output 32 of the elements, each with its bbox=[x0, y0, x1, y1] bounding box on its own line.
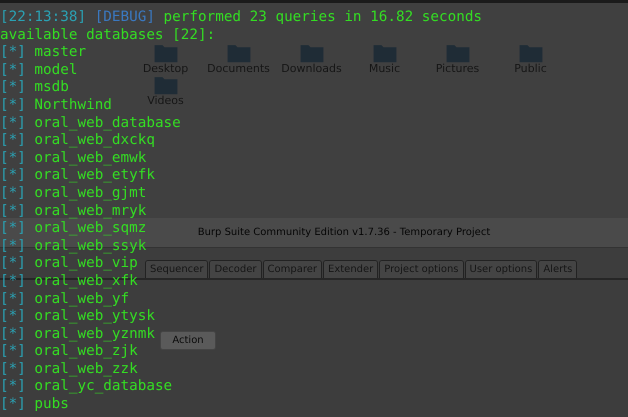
database-line: [*] pubs bbox=[0, 396, 69, 414]
database-line: [*] oral_web_yznmk bbox=[0, 326, 155, 344]
database-line: [*] oral_web_emwk bbox=[0, 150, 146, 168]
database-line: [*] oral_web_database bbox=[0, 114, 181, 132]
database-line: [*] oral_web_yf bbox=[0, 290, 130, 308]
window-title: Burp Suite Community Edition v1.7.36 - Temporary Project bbox=[198, 226, 490, 240]
log-line: [22:13:38] [DEBUG] performed 23 queries in 16.82 seconds bbox=[0, 9, 482, 27]
database-line: [*] oral_web_gjmt bbox=[0, 184, 146, 203]
folder-icon[interactable] bbox=[372, 43, 398, 63]
log-line: available databases [22]: bbox=[0, 26, 216, 44]
database-line: [*] oral_web_zjk bbox=[0, 343, 138, 361]
database-line: [*] oral_web_zzk bbox=[0, 360, 138, 378]
database-line: [*] oral_web_sqmz bbox=[0, 220, 146, 238]
folder-icon[interactable] bbox=[152, 75, 178, 95]
database-line: [*] oral_yc_database bbox=[0, 378, 172, 396]
database-line: [*] oral_web_ssyk bbox=[0, 238, 146, 256]
database-line: [*] oral_web_ytysk bbox=[0, 308, 155, 326]
folder-icon[interactable] bbox=[518, 43, 544, 63]
folder-icon[interactable] bbox=[298, 43, 324, 63]
database-line: [*] Northwind bbox=[0, 96, 112, 115]
database-line: [*] oral_web_dxckq bbox=[0, 132, 155, 150]
folder-icon[interactable] bbox=[444, 43, 470, 63]
database-line: [*] oral_web_vip bbox=[0, 255, 138, 273]
database-line: [*] master bbox=[0, 44, 86, 62]
folder-icon[interactable] bbox=[152, 43, 178, 63]
database-line: [*] msdb bbox=[0, 79, 69, 97]
folder-icon[interactable] bbox=[226, 43, 252, 63]
database-line: [*] oral_web_etyfk bbox=[0, 167, 155, 185]
database-line: [*] oral_web_xfk bbox=[0, 272, 138, 290]
action-button[interactable]: Action bbox=[160, 331, 216, 350]
database-line: [*] oral_web_mryk bbox=[0, 202, 146, 220]
database-line: [*] model bbox=[0, 62, 78, 80]
